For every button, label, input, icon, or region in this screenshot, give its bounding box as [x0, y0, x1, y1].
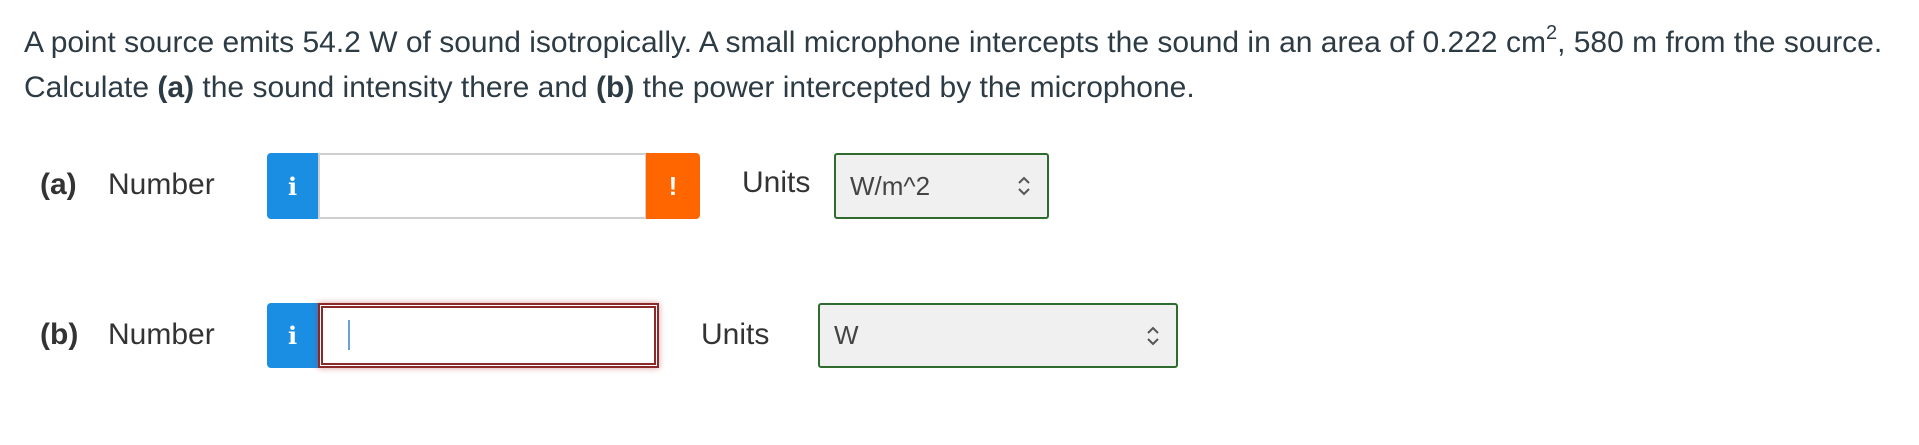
part-a-number-label: Number [108, 168, 215, 201]
part-a-number-input[interactable] [318, 153, 647, 219]
part-a-units-select[interactable]: W/m^2 [834, 153, 1049, 219]
part-a-units-label: Units [742, 166, 811, 199]
text-cursor [348, 320, 350, 350]
part-a-label: (a) [40, 168, 77, 201]
part-b-units-value: W [834, 320, 859, 350]
part-b-info-icon[interactable]: i [267, 303, 318, 368]
part-a-warning-icon[interactable]: ! [646, 153, 700, 219]
part-b-number-input[interactable] [318, 303, 659, 368]
question-text: A point source emits 54.2 W of sound iso… [24, 20, 1894, 110]
question-bold-a: (a) [157, 71, 195, 104]
question-text-1: A point source emits 54.2 W of sound iso… [24, 26, 1546, 59]
part-a-info-icon[interactable]: i [267, 153, 318, 219]
question-text-3: the sound intensity there and [194, 71, 597, 104]
question-bold-b: (b) [596, 71, 635, 104]
part-b-units-select[interactable]: W [818, 303, 1178, 368]
chevron-up-down-icon [1018, 176, 1030, 196]
part-b-number-label: Number [108, 318, 215, 351]
question-text-4: the power intercepted by the microphone. [634, 71, 1195, 104]
question-superscript: 2 [1545, 22, 1558, 44]
chevron-up-down-icon [1147, 326, 1159, 345]
part-b-units-label: Units [701, 318, 770, 351]
part-b-label: (b) [40, 318, 79, 351]
part-a-units-value: W/m^2 [850, 170, 931, 201]
